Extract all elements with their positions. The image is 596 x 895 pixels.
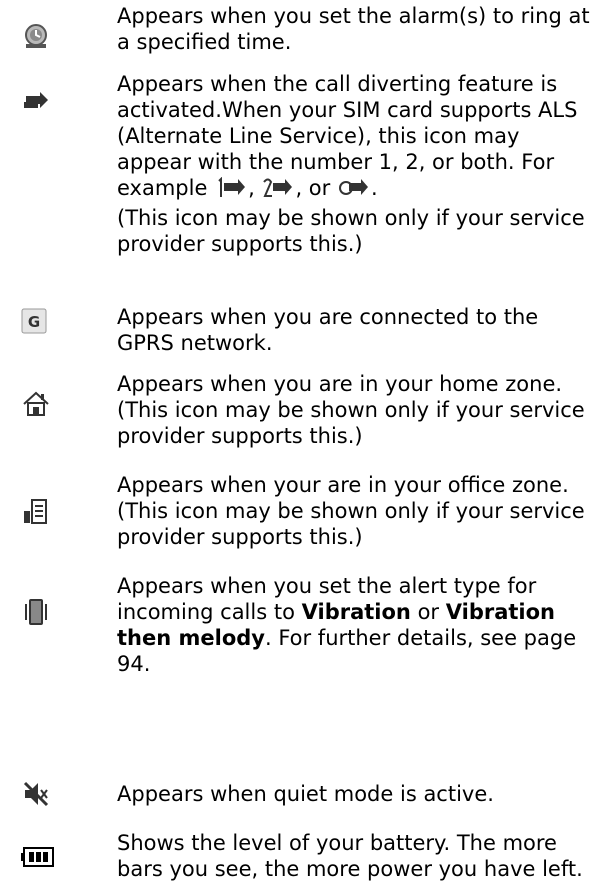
separator: , — [248, 176, 255, 200]
entry-text: Appears when you set the alarm(s) to rin… — [117, 4, 590, 54]
alarm-icon — [22, 22, 50, 50]
entry-text: Shows the level of your battery. The mor… — [117, 831, 583, 881]
entry-text: Appears when your are in your office zon… — [117, 473, 585, 549]
home-zone-icon — [22, 390, 50, 418]
entry-text: Appears when you are in your home zone. … — [117, 372, 585, 448]
battery-icon — [21, 847, 55, 875]
entry-text: Appears when you are connected to the GP… — [117, 305, 539, 355]
call-divert-line2-icon — [263, 177, 293, 205]
gprs-icon: G — [21, 307, 49, 335]
quiet-mode-icon — [22, 780, 50, 808]
entry-note: (This icon may be shown only if your ser… — [117, 206, 585, 256]
entry-text: Appears when quiet mode is active. — [117, 782, 494, 806]
option-vibration: Vibration — [301, 600, 411, 624]
call-divert-both-icon — [338, 177, 369, 205]
office-zone-icon — [22, 497, 50, 525]
vibration-icon — [22, 598, 50, 626]
separator: . — [370, 176, 378, 200]
call-divert-line1-icon — [216, 176, 246, 205]
separator: , or — [295, 176, 331, 200]
call-divert-icon — [22, 88, 50, 116]
svg-text:G: G — [28, 313, 40, 331]
entry-text: or — [417, 600, 440, 624]
